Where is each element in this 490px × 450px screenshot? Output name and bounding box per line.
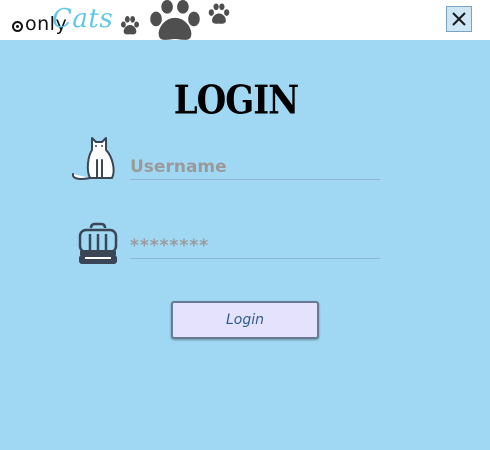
pet-carrier-icon <box>78 222 118 264</box>
username-input[interactable] <box>130 154 380 180</box>
cat-icon <box>71 137 115 180</box>
login-panel: LOGIN Login <box>0 40 490 450</box>
close-button[interactable] <box>446 6 472 32</box>
title-bar: only Cats <box>0 0 490 40</box>
logo-brand: Cats <box>52 4 114 34</box>
password-input[interactable] <box>130 233 380 259</box>
login-heading: LOGIN <box>173 78 300 124</box>
login-button[interactable]: Login <box>171 301 319 339</box>
paw-small-icon <box>120 15 140 35</box>
close-icon <box>452 12 466 26</box>
logo-circle-icon <box>12 21 23 32</box>
paw-right-icon <box>208 3 230 24</box>
paw-large-icon <box>150 0 200 40</box>
